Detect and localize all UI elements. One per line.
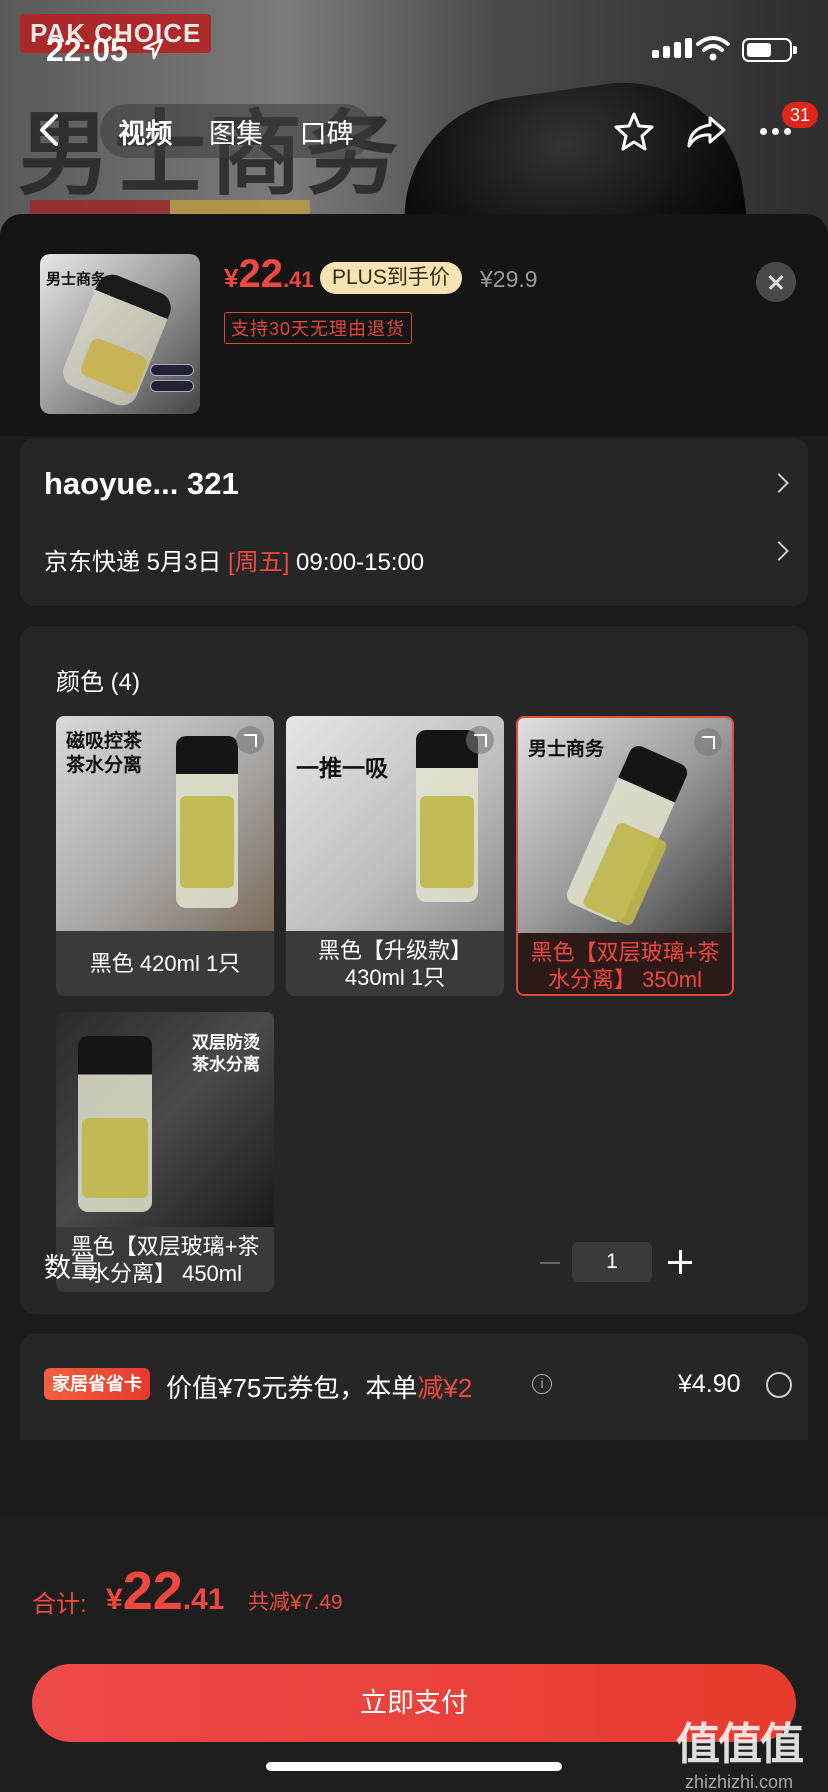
variant-option[interactable]: 一推一吸 黑色【升级款】430ml 1只 — [286, 716, 504, 996]
total-saved: 共减¥7.49 — [248, 1591, 343, 1614]
color-section-title: 颜色 (4) — [56, 669, 140, 696]
wifi-icon — [696, 36, 730, 61]
cellular-signal-icon — [652, 38, 692, 58]
tab-video[interactable]: 视频 — [108, 106, 182, 157]
expand-icon[interactable] — [236, 726, 264, 754]
variant-caption: 一推一吸 — [296, 755, 388, 781]
variant-option-selected[interactable]: 男士商务 黑色【双层玻璃+茶水分离】 350ml — [516, 716, 734, 996]
notification-badge: 31 — [782, 102, 818, 128]
expand-icon[interactable] — [694, 728, 722, 756]
product-thumbnail[interactable]: 男士商务 — [40, 254, 200, 414]
share-icon[interactable] — [684, 110, 728, 154]
tea-graphic — [420, 796, 474, 888]
info-icon[interactable]: i — [532, 1374, 552, 1394]
variant-label: 黑色【升级款】430ml 1只 — [317, 937, 472, 990]
variant-image: 男士商务 — [518, 718, 732, 933]
quantity-input[interactable]: 1 — [572, 1242, 652, 1282]
coupon-price: ¥4.90 — [678, 1370, 741, 1398]
plus-price-tag: PLUS到手价 — [320, 262, 462, 294]
variant-image: 一推一吸 — [286, 716, 504, 931]
total-label: 合计: — [32, 1591, 87, 1618]
coupon-radio[interactable] — [766, 1372, 792, 1398]
address-name: haoyue... 321 — [44, 466, 239, 501]
variant-image: 磁吸控茶 茶水分离 — [56, 716, 274, 931]
more-icon[interactable] — [760, 128, 791, 135]
address-card[interactable]: haoyue... 321 京东快递 5月3日 [周五] 09:00-15:00 — [20, 438, 808, 606]
delivery-info[interactable]: 京东快递 5月3日 [周五] 09:00-15:00 — [44, 542, 424, 577]
purchase-sheet: 男士商务 ¥22.41 PLUS到手价 ¥29.9 支持30天无理由退货 hao… — [0, 214, 828, 1792]
back-arrow-icon[interactable] — [30, 110, 70, 150]
variant-caption: 男士商务 — [528, 739, 605, 760]
close-button[interactable] — [756, 262, 796, 302]
chevron-right-icon — [769, 473, 789, 493]
battery-icon — [742, 38, 797, 62]
return-policy-tag: 支持30天无理由退货 — [224, 312, 413, 344]
variant-option[interactable]: 磁吸控茶 茶水分离 黑色 420ml 1只 — [56, 716, 274, 996]
quantity-plus-button[interactable] — [668, 1250, 692, 1274]
tab-gallery[interactable]: 图集 — [199, 106, 273, 157]
watermark: 值值值 zhizhizhi.com — [676, 1720, 804, 1792]
status-bar: 22:05 — [0, 0, 828, 100]
chevron-right-icon — [769, 541, 789, 561]
product-summary: 男士商务 ¥22.41 PLUS到手价 ¥29.9 支持30天无理由退货 — [0, 214, 828, 436]
total-price: ¥22.41 — [106, 1561, 225, 1621]
original-price: ¥29.9 — [480, 266, 538, 292]
coupon-text: 价值¥75元券包，本单减¥2 — [166, 1373, 473, 1403]
variant-caption: 双层防烫 茶水分离 — [192, 1033, 260, 1074]
status-time: 22:05 — [46, 32, 128, 68]
variant-caption: 磁吸控茶 茶水分离 — [66, 731, 143, 776]
tea-graphic — [82, 1118, 148, 1198]
location-arrow-icon — [142, 38, 164, 60]
coupon-card[interactable]: 家居省省卡 价值¥75元券包，本单减¥2 i ¥4.90 — [20, 1334, 808, 1440]
variant-label: 黑色 420ml 1只 — [89, 951, 241, 976]
tea-graphic — [180, 796, 234, 888]
coupon-tag: 家居省省卡 — [44, 1368, 150, 1400]
quantity-label: 数量 — [44, 1253, 98, 1283]
product-price: ¥22.41 — [224, 252, 314, 296]
expand-icon[interactable] — [466, 726, 494, 754]
home-indicator[interactable] — [266, 1762, 562, 1771]
variant-image: 双层防烫 茶水分离 — [56, 1012, 274, 1227]
thumb-pill — [150, 380, 194, 392]
quantity-minus-button[interactable] — [540, 1262, 560, 1264]
tab-reviews[interactable]: 口碑 — [290, 106, 364, 157]
options-card: 颜色 (4) 磁吸控茶 茶水分离 黑色 420ml 1只 一推一吸 黑色【升级款… — [20, 626, 808, 1314]
thumb-pill — [150, 364, 194, 376]
media-tabs: 视频 图集 口碑 — [100, 104, 372, 158]
variant-label: 黑色【双层玻璃+茶水分离】 350ml — [530, 939, 720, 992]
star-icon[interactable] — [612, 110, 656, 154]
